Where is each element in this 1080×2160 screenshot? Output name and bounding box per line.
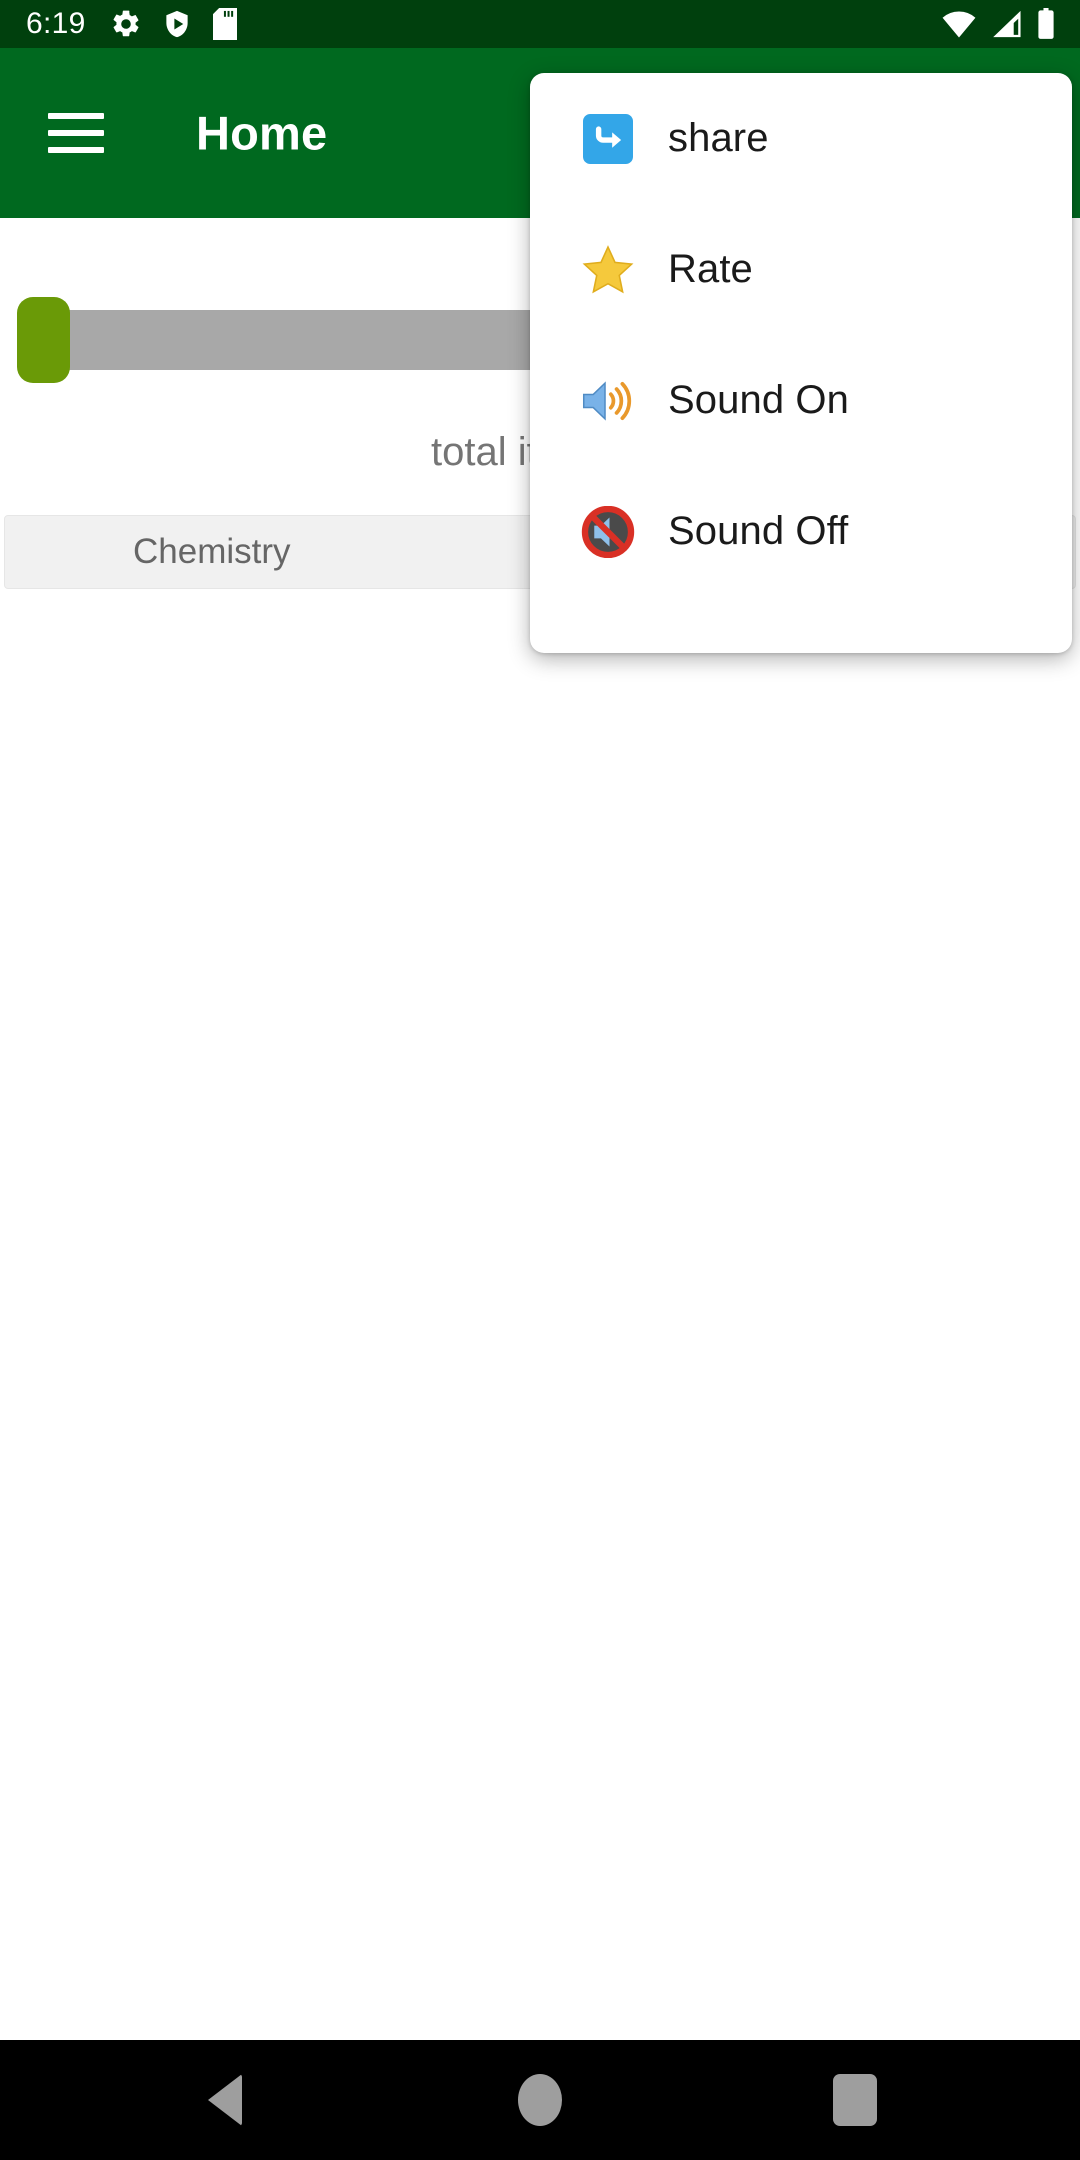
overflow-popup-menu: share Rate Sound On Sound Off xyxy=(530,73,1072,653)
list-item-label: Chemistry xyxy=(133,532,291,571)
menu-item-label: share xyxy=(668,116,769,160)
cellular-signal-icon xyxy=(993,10,1021,38)
recents-button[interactable] xyxy=(795,2040,915,2160)
triangle-back-icon xyxy=(208,2074,242,2126)
battery-icon xyxy=(1038,8,1054,39)
status-bar: 6:19 xyxy=(0,0,1080,48)
android-screen: 6:19 Home total Chemistry share Rate Sou… xyxy=(0,0,1080,2160)
back-button[interactable] xyxy=(165,2040,285,2160)
hamburger-bar-3 xyxy=(48,147,104,153)
android-navigation-bar xyxy=(0,2040,1080,2160)
menu-item-rate[interactable]: Rate xyxy=(530,204,1072,335)
share-icon xyxy=(580,111,636,167)
speaker-on-icon xyxy=(580,373,636,429)
hamburger-bar-1 xyxy=(48,113,104,119)
square-recents-icon xyxy=(833,2074,877,2126)
sd-card-icon xyxy=(212,8,237,40)
speaker-muted-icon xyxy=(580,504,636,560)
wifi-icon xyxy=(942,11,976,38)
status-bar-system-icons xyxy=(942,8,1062,40)
menu-item-share[interactable]: share xyxy=(530,73,1072,204)
home-button[interactable] xyxy=(480,2040,600,2160)
menu-item-label: Sound On xyxy=(668,378,849,422)
menu-item-label: Sound Off xyxy=(668,509,849,553)
star-icon xyxy=(580,242,636,298)
gear-icon xyxy=(113,10,139,37)
play-protect-shield-icon xyxy=(165,10,188,38)
hamburger-menu-icon[interactable] xyxy=(48,113,104,153)
status-bar-notification-icons xyxy=(110,8,238,40)
circle-home-icon xyxy=(518,2074,562,2126)
page-title: Home xyxy=(196,106,328,160)
status-bar-clock: 6:19 xyxy=(26,7,86,40)
menu-item-sound-on[interactable]: Sound On xyxy=(530,335,1072,466)
seekbar-thumb[interactable] xyxy=(17,297,70,383)
menu-item-sound-off[interactable]: Sound Off xyxy=(530,466,1072,597)
hamburger-bar-2 xyxy=(48,130,104,136)
menu-item-label: Rate xyxy=(668,247,753,291)
